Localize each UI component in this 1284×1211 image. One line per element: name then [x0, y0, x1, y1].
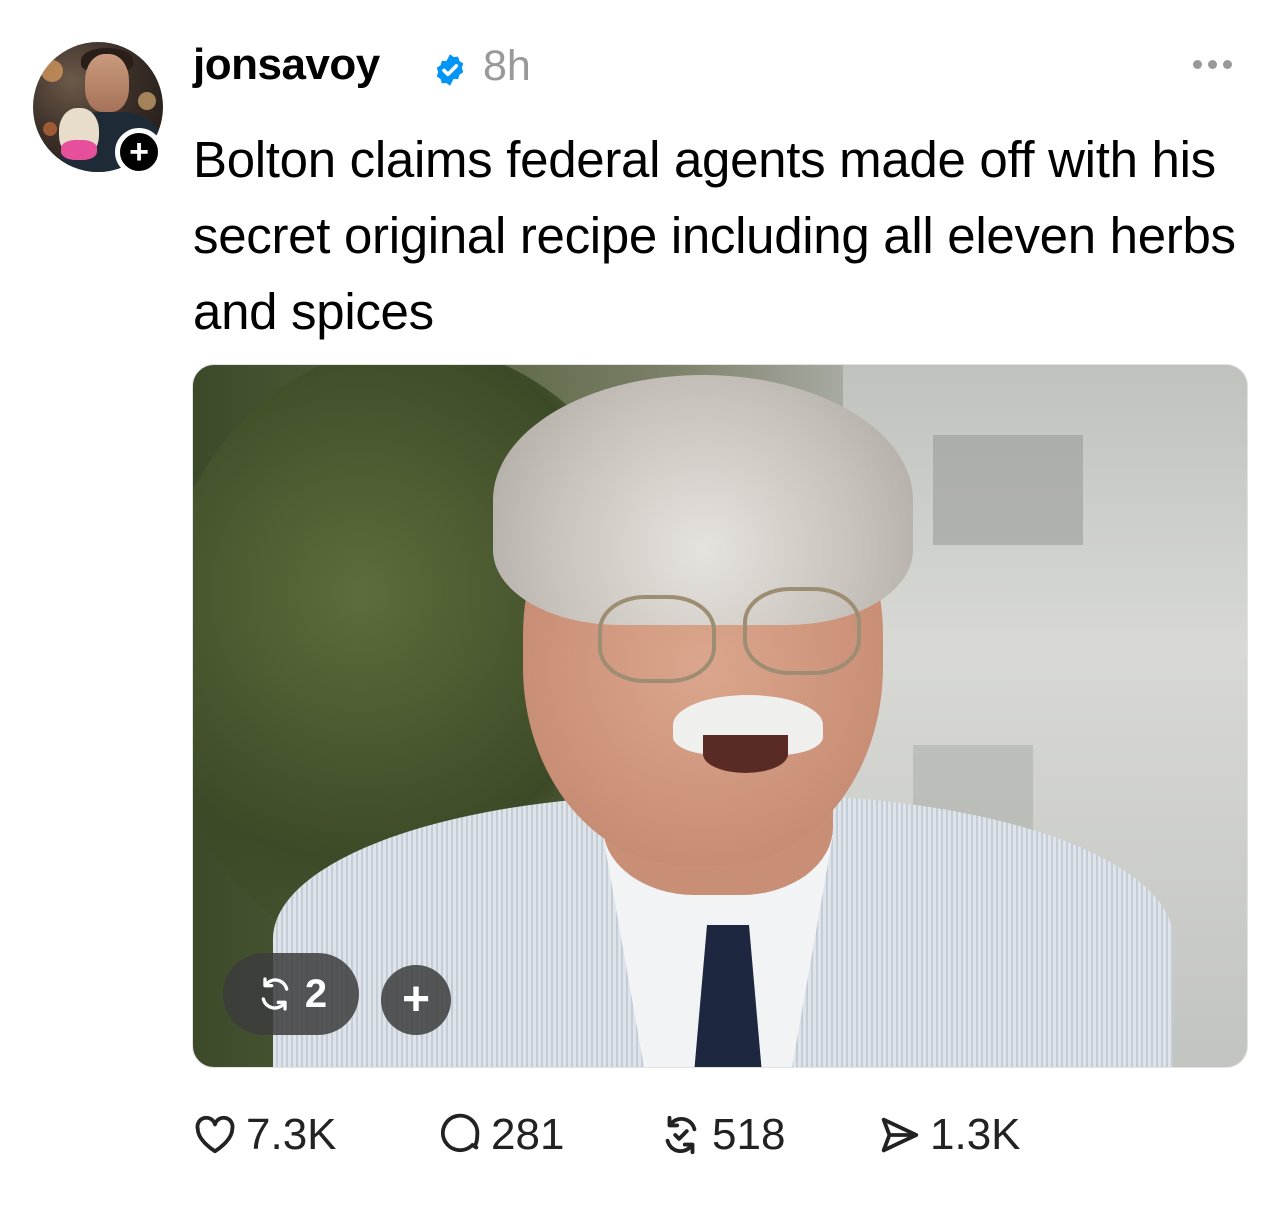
image-glasses-left: [598, 595, 716, 683]
share-icon: [881, 1117, 919, 1153]
reply-count: 281: [491, 1110, 565, 1159]
add-button[interactable]: +: [381, 965, 451, 1035]
repost-button[interactable]: 518: [658, 1110, 785, 1160]
username[interactable]: jonsavoy: [193, 40, 380, 90]
quote-count: 2: [304, 971, 328, 1016]
image-building-window: [933, 435, 1083, 545]
repost-icon: [261, 977, 289, 1011]
more-icon[interactable]: [1193, 60, 1239, 74]
more-dot: [1193, 60, 1202, 69]
avatar-bokeh: [43, 122, 57, 136]
avatar-dog-coat: [61, 140, 97, 160]
follow-button[interactable]: +: [115, 128, 163, 176]
more-dot: [1208, 60, 1217, 69]
comment-icon: [440, 1113, 480, 1153]
quote-count-chip[interactable]: 2: [223, 953, 359, 1035]
image-mouth: [703, 735, 788, 773]
share-button[interactable]: 1.3K: [876, 1110, 1021, 1160]
like-count: 7.3K: [246, 1110, 337, 1159]
verified-icon: [436, 54, 464, 86]
repost-count: 518: [712, 1110, 786, 1159]
image-glasses-right: [743, 587, 861, 675]
post-text: Bolton claims federal agents made off wi…: [193, 131, 1236, 340]
heart-icon: [195, 1115, 235, 1154]
avatar-bokeh: [41, 60, 63, 82]
more-dot: [1223, 60, 1232, 69]
avatar-face: [85, 54, 129, 112]
image-hair: [493, 375, 913, 625]
share-count: 1.3K: [930, 1110, 1021, 1159]
post-image[interactable]: 2 +: [192, 364, 1248, 1068]
like-button[interactable]: 7.3K: [192, 1110, 337, 1160]
reply-button[interactable]: 281: [437, 1110, 564, 1160]
repost-icon: [665, 1115, 697, 1155]
avatar-bokeh: [138, 92, 156, 110]
timestamp: 8h: [483, 42, 531, 90]
